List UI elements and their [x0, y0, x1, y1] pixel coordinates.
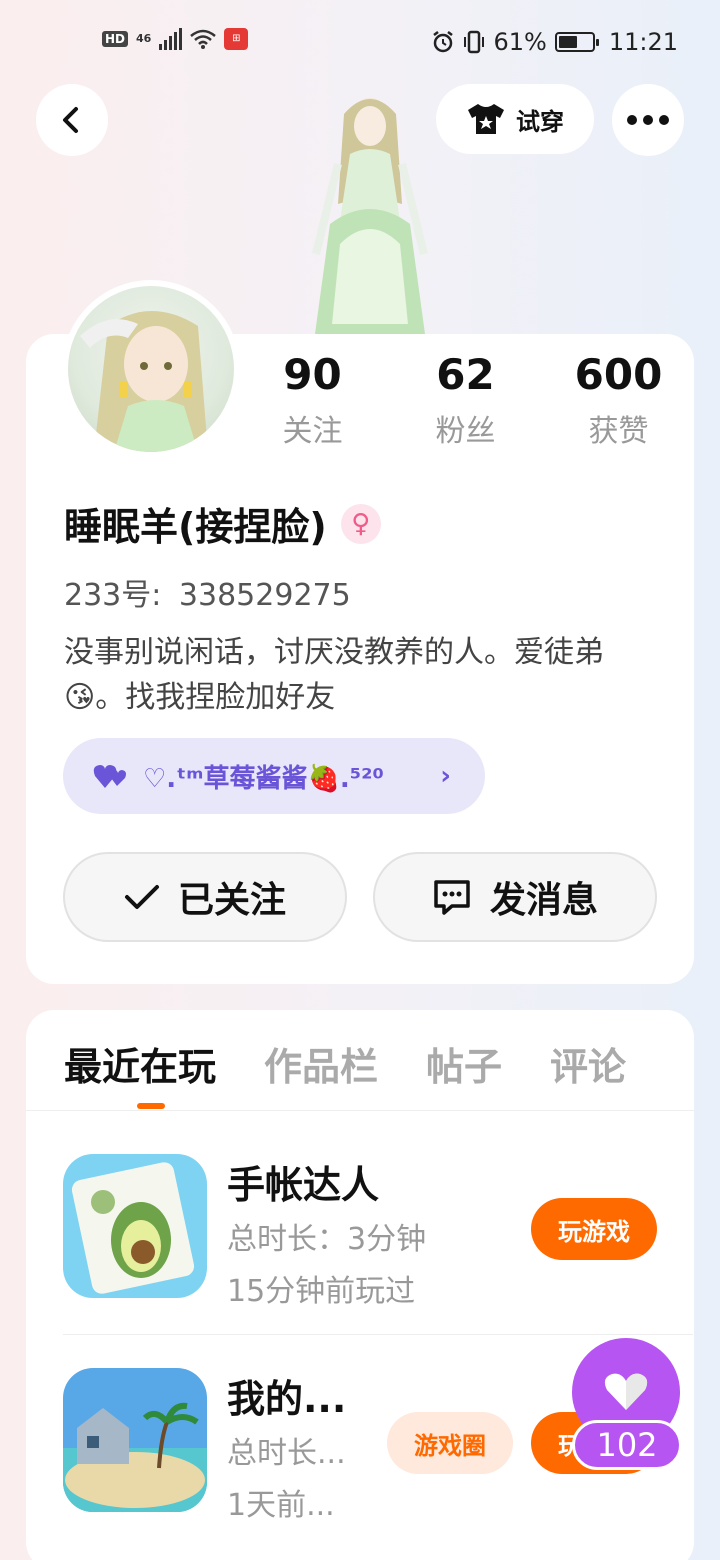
shirt-icon: [468, 104, 504, 134]
stat-value: 62: [436, 350, 495, 399]
profile-stats: 90 关注 62 粉丝 600 获赞: [236, 350, 696, 450]
tab-works[interactable]: 作品栏: [264, 1036, 378, 1092]
bio: 没事别说闲话，讨厌没教养的人。爱徒弟😘。找我捏脸加好友: [64, 635, 604, 715]
stat-label: 粉丝: [435, 414, 496, 449]
chat-bubble-icon: [434, 880, 470, 915]
tab-posts[interactable]: 帖子: [426, 1036, 502, 1092]
game-duration: 总时长...: [227, 1436, 346, 1471]
stat-label: 获赞: [588, 414, 649, 449]
tab-bar: 最近在玩 作品栏 帖子 评论: [64, 1036, 626, 1092]
user-id-label: 233号:: [64, 578, 162, 613]
wifi-icon: [190, 29, 217, 49]
status-bar: HD 46 ⊞ 61% 11:21: [0, 0, 720, 84]
send-message-label: 发消息: [489, 880, 598, 921]
stat-likes[interactable]: 600 获赞: [542, 350, 695, 450]
game-title: 手帐达人: [227, 1163, 380, 1207]
send-message-button[interactable]: 发消息: [373, 852, 657, 942]
game-duration: 总时长：3分钟: [227, 1222, 427, 1257]
signal-icon: [159, 28, 183, 50]
network-type: 46: [136, 32, 152, 45]
status-right: 61% 11:21: [431, 28, 678, 56]
alarm-icon: [433, 31, 454, 53]
followed-button[interactable]: 已关注: [63, 852, 347, 942]
try-on-label: 试穿: [516, 107, 564, 136]
chevron-right-icon: ›: [440, 761, 451, 791]
clock: 11:21: [608, 28, 678, 56]
username-row: 睡眠羊(接捏脸) ♀: [64, 496, 381, 551]
hd-badge: HD: [102, 31, 129, 47]
followed-label: 已关注: [177, 880, 286, 921]
tab-divider: [26, 1110, 694, 1111]
stat-followers[interactable]: 62 粉丝: [389, 350, 542, 450]
list-item[interactable]: 手帐达人 总时长：3分钟 15分钟前玩过 玩游戏: [63, 1154, 693, 1309]
avatar[interactable]: [62, 280, 240, 458]
game-last-played: 1天前...: [227, 1488, 335, 1523]
game-circle-button[interactable]: 游戏圈: [387, 1412, 513, 1474]
more-button[interactable]: [612, 84, 684, 156]
play-game-button[interactable]: 玩游戏: [531, 1198, 657, 1260]
battery-icon: [554, 32, 599, 52]
character-figure-image: [312, 98, 428, 334]
game-icon-image: [63, 1368, 207, 1512]
tab-comments[interactable]: 评论: [550, 1036, 626, 1092]
guild-chip[interactable]: ♡.ᵗᵐ草莓酱酱🍓.⁵²⁰ ›: [63, 738, 485, 814]
guild-name: ♡.ᵗᵐ草莓酱酱🍓.⁵²⁰: [143, 763, 384, 794]
user-id[interactable]: 233号: 338529275: [64, 570, 351, 614]
avatar-image: [80, 311, 208, 452]
female-icon: ♀: [340, 503, 381, 544]
game-icon-image: [63, 1154, 207, 1298]
status-left: HD 46 ⊞: [102, 28, 249, 50]
notification-app-icon: ⊞: [224, 28, 249, 50]
user-id-value: 338529275: [178, 578, 351, 613]
stat-label: 关注: [282, 414, 343, 449]
stat-following[interactable]: 90 关注: [236, 350, 389, 450]
back-button[interactable]: [36, 84, 108, 156]
username: 睡眠羊(接捏脸): [64, 505, 327, 549]
like-count: 102: [572, 1420, 682, 1470]
game-title: 我的...: [227, 1377, 347, 1421]
tab-recently-played[interactable]: 最近在玩: [64, 1036, 216, 1092]
check-icon: [124, 885, 159, 909]
game-last-played: 15分钟前玩过: [227, 1274, 416, 1309]
vibrate-icon: [464, 30, 485, 54]
battery-percent: 61%: [493, 28, 547, 56]
heart-icon: [604, 1373, 648, 1410]
more-dots-icon: [627, 115, 669, 125]
active-tab-indicator: [137, 1103, 165, 1109]
row-divider: [63, 1334, 693, 1335]
double-heart-icon: [93, 765, 126, 788]
stat-value: 600: [574, 350, 663, 399]
try-on-button[interactable]: 试穿: [436, 84, 594, 154]
stat-value: 90: [283, 350, 342, 399]
chevron-left-icon: [63, 107, 78, 133]
